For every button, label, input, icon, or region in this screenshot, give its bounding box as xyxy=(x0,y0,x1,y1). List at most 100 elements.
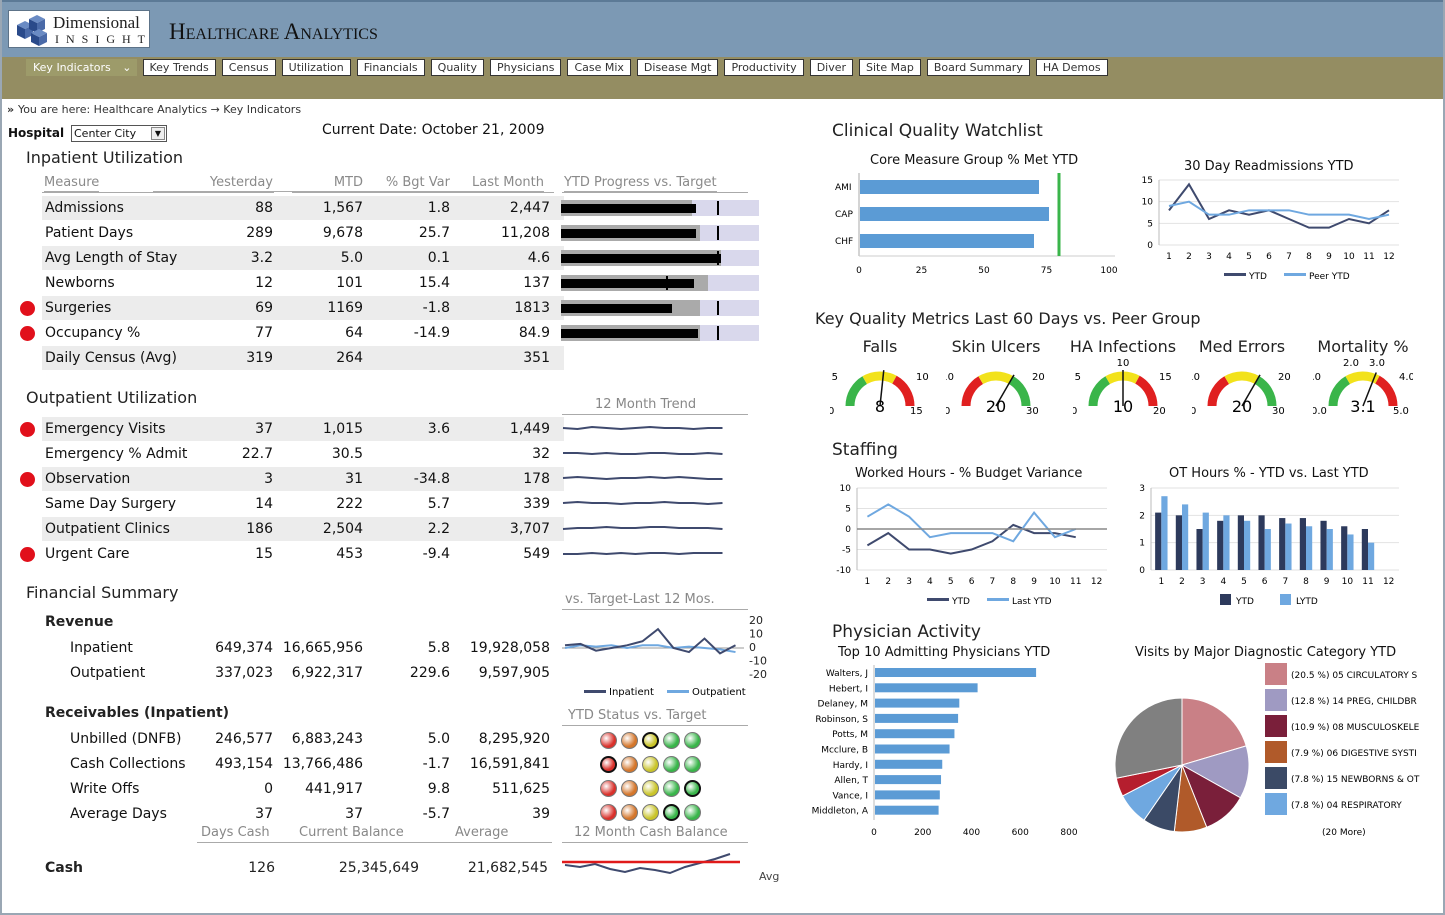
cell-c2: 441,917 xyxy=(305,781,363,797)
cell-last: 351 xyxy=(523,350,550,366)
cell-yesterday: 15 xyxy=(255,546,273,562)
company-logo[interactable]: Dimensional INSIGHT xyxy=(8,10,150,48)
gauge-band xyxy=(978,371,1013,385)
ot-bar xyxy=(1279,518,1286,570)
gauge-band xyxy=(862,371,897,385)
cell-mtd: 64 xyxy=(345,325,363,341)
legend-swatch xyxy=(667,690,689,693)
worked-hours-chart: 1050-5-101 2 3 4 5 6 7 8 9 10 11 12YTD Last YTD xyxy=(836,484,1107,607)
revenue-label: Revenue xyxy=(45,614,114,630)
cell-yesterday: 22.7 xyxy=(241,446,273,462)
x-tick-label: 3 xyxy=(1200,577,1206,587)
nav-tab-financials[interactable]: Financials xyxy=(356,59,425,76)
physician-bar xyxy=(875,759,943,769)
status-light-icon xyxy=(642,756,659,773)
hospital-select[interactable]: Center City ▼ xyxy=(71,125,167,142)
row-label: Write Offs xyxy=(70,781,140,797)
y-tick-label: 0 xyxy=(1139,566,1145,576)
table-row: Daily Census (Avg) 319 264 351 xyxy=(42,346,564,370)
status-light-icon xyxy=(684,780,701,797)
cell-var: -34.8 xyxy=(413,471,450,487)
category-label: CHF xyxy=(835,237,853,247)
nav-tab-utilization[interactable]: Utilization xyxy=(281,59,351,76)
nav-tab-diver[interactable]: Diver xyxy=(809,59,854,76)
y-tick-label: -20 xyxy=(749,668,767,681)
y-tick-label: 0 xyxy=(1147,241,1153,251)
nav-tab-census[interactable]: Census xyxy=(221,59,276,76)
vs-target-rule xyxy=(562,609,748,610)
ot-bar xyxy=(1347,534,1354,570)
x-tick-label: 5 xyxy=(1241,577,1247,587)
x-tick-label: 100 xyxy=(1100,266,1117,276)
nav-tab-site-map[interactable]: Site Map xyxy=(859,59,921,76)
x-tick-label: 11 xyxy=(1070,577,1081,587)
gauge-band xyxy=(1135,375,1158,407)
current-date: Current Date: October 21, 2009 xyxy=(322,122,545,138)
x-tick-label: 1 xyxy=(865,577,871,587)
nav-tab-productivity[interactable]: Productivity xyxy=(724,59,804,76)
cell-last: 3,707 xyxy=(509,521,550,537)
trend-sparkline xyxy=(563,451,723,456)
y-tick-label: 10 xyxy=(1142,198,1154,208)
x-tick-label: 0 xyxy=(856,266,862,276)
physician-bar xyxy=(875,775,942,785)
nav-tab-quality[interactable]: Quality xyxy=(430,59,484,76)
x-tick-label: 800 xyxy=(1060,828,1077,838)
physician-bar xyxy=(875,683,978,693)
cash-c1: 126 xyxy=(248,860,275,876)
row-label: Cash Collections xyxy=(70,756,186,772)
legend-label: Outpatient xyxy=(692,687,746,698)
category-label: AMI xyxy=(835,183,852,193)
status-light-icon xyxy=(663,804,680,821)
x-tick-label: 0 xyxy=(871,828,877,838)
row-label: Observation xyxy=(45,471,131,487)
nav-tab-key-indicators[interactable]: Key Indicators ⌄ xyxy=(26,59,137,76)
nav-tab-ha-demos[interactable]: HA Demos xyxy=(1035,59,1108,76)
nav-tab-disease-mgt[interactable]: Disease Mgt xyxy=(636,59,719,76)
breadcrumb-text: You are here: Healthcare Analytics → Key… xyxy=(17,103,302,116)
legend-label: (10.9 %) 08 MUSCULOSKELE xyxy=(1291,723,1420,733)
row-label: Occupancy % xyxy=(45,325,141,341)
y-tick-label: 0 xyxy=(749,641,756,654)
physician-label: Hardy, I xyxy=(833,761,868,771)
gauge-value: 8 xyxy=(875,397,885,416)
x-tick-label: 11 xyxy=(1362,577,1373,587)
core-measure-chart: AMI CAP CHF 0 25 50 75 100 xyxy=(835,173,1118,276)
gauge-title: Mortality % xyxy=(1317,337,1409,356)
cell-c2: 16,665,956 xyxy=(282,640,363,656)
physician-label: Potts, M xyxy=(832,730,868,740)
nav-tab-key-trends[interactable]: Key Trends xyxy=(142,59,216,76)
ot-bar xyxy=(1161,496,1168,570)
gauge-tick-label: 3.0 xyxy=(1369,358,1385,369)
ot-bar xyxy=(1285,523,1292,570)
trend-rule xyxy=(562,414,748,415)
chevron-down-icon: ▼ xyxy=(151,127,165,140)
gauge-tick-label: 15 xyxy=(1159,372,1172,383)
nav-tab-label: Financials xyxy=(363,61,418,74)
gauge-tick-label: 0 xyxy=(1073,406,1077,416)
status-light-icon xyxy=(663,780,680,797)
table-row: Outpatient Clinics 186 2,504 2.2 3,707 xyxy=(42,517,564,541)
row-label: Newborns xyxy=(45,275,115,291)
gauge-tick-label: 0 xyxy=(946,406,950,416)
nav-tab-board-summary[interactable]: Board Summary xyxy=(926,59,1030,76)
physician-bar xyxy=(875,805,939,815)
row-label: Outpatient xyxy=(70,665,146,681)
table-row: Average Days 37 37 -5.7 39 xyxy=(42,802,564,826)
cell-last: 8,295,920 xyxy=(478,731,550,747)
nav-tab-physicians[interactable]: Physicians xyxy=(489,59,562,76)
progress-value-bar xyxy=(561,254,722,263)
cell-yesterday: 37 xyxy=(255,421,273,437)
gauge-dial: 0 15 5 10 8 xyxy=(830,370,929,416)
cell-yesterday: 12 xyxy=(255,275,273,291)
progress-value-bar xyxy=(561,229,696,238)
header-rule xyxy=(42,192,274,193)
x-tick-label: 9 xyxy=(1031,577,1037,587)
core-measure-bar xyxy=(860,207,1049,221)
nav-tab-case-mix[interactable]: Case Mix xyxy=(567,59,631,76)
cell-last: 2,447 xyxy=(509,200,550,216)
status-light-icon xyxy=(642,732,659,749)
y-tick-label: 3 xyxy=(1139,484,1145,494)
ytd-progress-bar xyxy=(561,275,759,291)
cell-var: 229.6 xyxy=(409,665,450,681)
